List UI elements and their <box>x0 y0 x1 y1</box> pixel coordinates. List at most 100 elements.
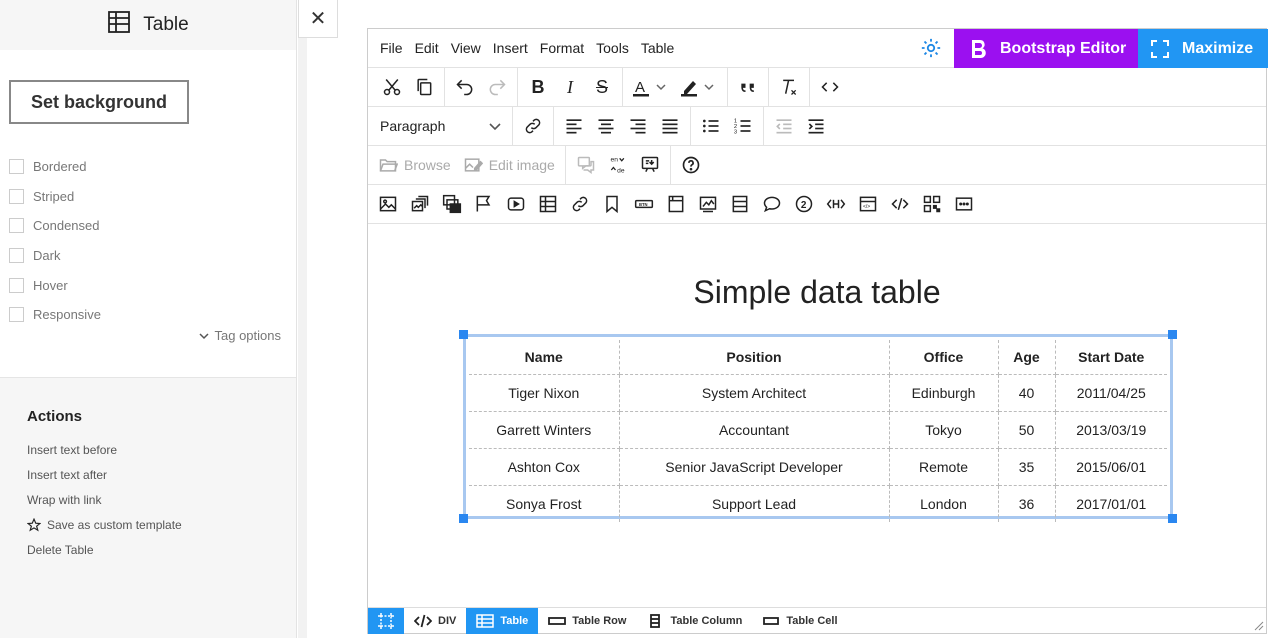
selected-table[interactable]: Name Position Office Age Start Date Tige… <box>459 330 1177 523</box>
path-table-column[interactable]: Table Column <box>636 608 752 634</box>
justify-icon[interactable] <box>654 111 686 141</box>
header-cell[interactable]: Age <box>997 340 1056 375</box>
copy-icon[interactable] <box>408 72 440 102</box>
table-cell[interactable]: 2015/06/01 <box>1054 447 1167 486</box>
menu-view[interactable]: View <box>445 40 487 56</box>
wrap-with-link-action[interactable]: Wrap with link <box>27 487 182 512</box>
table-insert-icon[interactable] <box>532 189 564 219</box>
accessibility-check-icon[interactable] <box>634 150 666 180</box>
resize-handle-top-left[interactable] <box>459 330 468 339</box>
menu-format[interactable]: Format <box>534 40 590 56</box>
align-center-icon[interactable] <box>590 111 622 141</box>
button-icon[interactable]: BTN <box>628 189 660 219</box>
highlight-color-icon[interactable] <box>675 72 723 102</box>
table-cell[interactable]: Tokyo <box>888 410 999 449</box>
option-condensed[interactable]: Condensed <box>9 211 101 241</box>
media-icon[interactable] <box>404 189 436 219</box>
insert-text-after-action[interactable]: Insert text after <box>27 462 182 487</box>
condensed-checkbox[interactable] <box>9 218 24 234</box>
source-code-icon[interactable] <box>814 72 846 102</box>
numbered-list-icon[interactable]: 123 <box>727 111 759 141</box>
header-cell[interactable]: Name <box>469 340 620 375</box>
blockquote-icon[interactable] <box>732 72 764 102</box>
badge-icon[interactable]: 2 <box>788 189 820 219</box>
layout-icon[interactable] <box>724 189 756 219</box>
gear-icon[interactable] <box>920 37 942 59</box>
editor-content[interactable]: Simple data table Name Position Office A… <box>368 224 1266 609</box>
striped-checkbox[interactable] <box>9 188 24 204</box>
insert-text-before-action[interactable]: Insert text before <box>27 437 182 462</box>
document-title[interactable]: Simple data table <box>368 274 1266 311</box>
cut-icon[interactable] <box>376 72 408 102</box>
block-format-select[interactable]: Paragraph <box>372 111 508 141</box>
menu-insert[interactable]: Insert <box>487 40 534 56</box>
image-icon[interactable] <box>372 189 404 219</box>
language-icon[interactable]: en de <box>602 150 634 180</box>
indent-icon[interactable] <box>800 111 832 141</box>
browse-button[interactable]: Browse <box>372 150 457 180</box>
resize-handle-bottom-right[interactable] <box>1168 514 1177 523</box>
comment-bubble-icon[interactable] <box>756 189 788 219</box>
card-icon[interactable] <box>660 189 692 219</box>
undo-icon[interactable] <box>449 72 481 102</box>
video-icon[interactable] <box>500 189 532 219</box>
table-cell[interactable]: 35 <box>997 447 1056 486</box>
table-cell[interactable]: 2017/01/01 <box>1054 484 1167 522</box>
edit-image-button[interactable]: Edit image <box>457 150 561 180</box>
table-cell[interactable]: Support Lead <box>618 484 890 522</box>
snippet-icon[interactable]: </> <box>852 189 884 219</box>
close-button[interactable]: ✕ <box>298 0 338 38</box>
save-custom-template-action[interactable]: Save as custom template <box>27 512 182 537</box>
option-bordered[interactable]: Bordered <box>9 152 101 182</box>
option-responsive[interactable]: Responsive <box>9 300 101 330</box>
table-cell[interactable]: London <box>888 484 999 522</box>
gallery-icon[interactable] <box>436 189 468 219</box>
path-table-cell[interactable]: Table Cell <box>752 608 847 634</box>
qr-code-icon[interactable] <box>916 189 948 219</box>
resize-grip-icon[interactable] <box>1254 621 1264 631</box>
tag-options-toggle[interactable]: Tag options <box>198 328 281 343</box>
responsive-checkbox[interactable] <box>9 307 24 323</box>
comments-icon[interactable] <box>570 150 602 180</box>
clear-formatting-icon[interactable] <box>773 72 805 102</box>
option-hover[interactable]: Hover <box>9 270 101 300</box>
menu-tools[interactable]: Tools <box>590 40 635 56</box>
bold-icon[interactable]: B <box>522 72 554 102</box>
code-icon[interactable] <box>884 189 916 219</box>
maximize-button[interactable]: Maximize <box>1138 29 1268 68</box>
menu-edit[interactable]: Edit <box>409 40 445 56</box>
table-cell[interactable]: 36 <box>997 484 1056 522</box>
table-cell[interactable]: Edinburgh <box>888 373 999 412</box>
heading-icon[interactable] <box>820 189 852 219</box>
bordered-checkbox[interactable] <box>9 159 24 175</box>
jumbotron-icon[interactable] <box>692 189 724 219</box>
path-table[interactable]: Table <box>466 607 539 634</box>
path-div[interactable]: DIV <box>404 608 466 634</box>
table-cell[interactable]: 50 <box>997 410 1056 449</box>
table-cell[interactable]: Garrett Winters <box>469 410 620 449</box>
table-cell[interactable]: Senior JavaScript Developer <box>618 447 890 486</box>
help-icon[interactable] <box>675 150 707 180</box>
bullet-list-icon[interactable] <box>695 111 727 141</box>
option-striped[interactable]: Striped <box>9 182 101 212</box>
table-cell[interactable]: 2013/03/19 <box>1054 410 1167 449</box>
table-cell[interactable]: 2011/04/25 <box>1054 373 1167 412</box>
redo-icon[interactable] <box>481 72 513 102</box>
italic-icon[interactable]: I <box>554 72 586 102</box>
header-cell[interactable]: Office <box>888 340 999 375</box>
header-cell[interactable]: Start Date <box>1054 340 1167 375</box>
table-cell[interactable]: 40 <box>997 373 1056 412</box>
dark-checkbox[interactable] <box>9 248 24 264</box>
table-cell[interactable]: System Architect <box>618 373 890 412</box>
table-cell[interactable]: Tiger Nixon <box>469 373 620 412</box>
set-background-button[interactable]: Set background <box>9 80 189 124</box>
option-dark[interactable]: Dark <box>9 241 101 271</box>
resize-handle-top-right[interactable] <box>1168 330 1177 339</box>
flag-icon[interactable] <box>468 189 500 219</box>
header-cell[interactable]: Position <box>618 340 890 375</box>
strikethrough-icon[interactable]: S <box>586 72 618 102</box>
table-cell[interactable]: Ashton Cox <box>469 447 620 486</box>
path-table-row[interactable]: Table Row <box>538 608 636 634</box>
resize-handle-bottom-left[interactable] <box>459 514 468 523</box>
text-color-icon[interactable]: A <box>627 72 675 102</box>
